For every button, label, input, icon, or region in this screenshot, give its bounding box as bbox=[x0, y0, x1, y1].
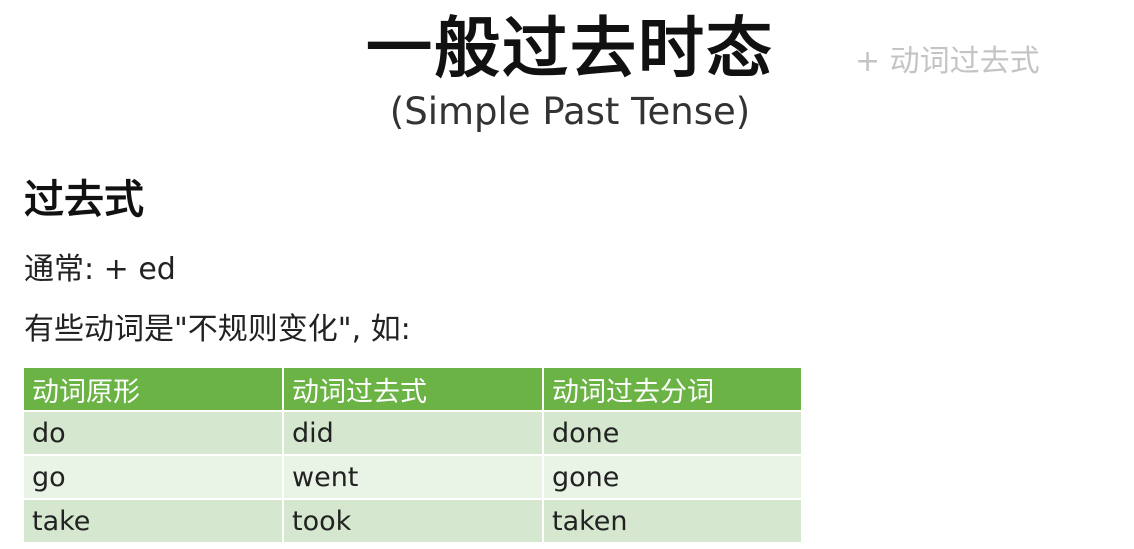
cell-past-tense: took bbox=[283, 498, 544, 542]
header-past-tense: 动词过去式 bbox=[283, 368, 544, 411]
header-past-participle: 动词过去分词 bbox=[543, 368, 803, 411]
table-row: take took taken bbox=[24, 498, 803, 542]
cell-past-tense: did bbox=[283, 410, 544, 455]
regular-rule-text: 通常: + ed bbox=[24, 252, 176, 287]
cell-past-tense: went bbox=[283, 454, 544, 499]
table-header-row: 动词原形 动词过去式 动词过去分词 bbox=[24, 368, 803, 411]
cell-past-participle: taken bbox=[543, 498, 803, 542]
table-row: go went gone bbox=[24, 454, 803, 499]
slide: 一般过去时态 + 动词过去式 (Simple Past Tense) 过去式 通… bbox=[0, 0, 1134, 549]
irregular-rule-text: 有些动词是"不规则变化", 如: bbox=[24, 312, 411, 347]
cell-base-form: go bbox=[24, 454, 284, 499]
cell-base-form: take bbox=[24, 498, 284, 542]
irregular-verbs-table: 动词原形 动词过去式 动词过去分词 do did done go went go… bbox=[24, 368, 803, 542]
header-base-form: 动词原形 bbox=[24, 368, 284, 411]
slide-title: 一般过去时态 bbox=[366, 9, 774, 87]
table-row: do did done bbox=[24, 410, 803, 455]
section-heading: 过去式 bbox=[24, 176, 144, 223]
cell-past-participle: gone bbox=[543, 454, 803, 499]
cell-past-participle: done bbox=[543, 410, 803, 455]
side-note: + 动词过去式 bbox=[855, 44, 1040, 79]
slide-subtitle: (Simple Past Tense) bbox=[389, 90, 751, 133]
cell-base-form: do bbox=[24, 410, 284, 455]
